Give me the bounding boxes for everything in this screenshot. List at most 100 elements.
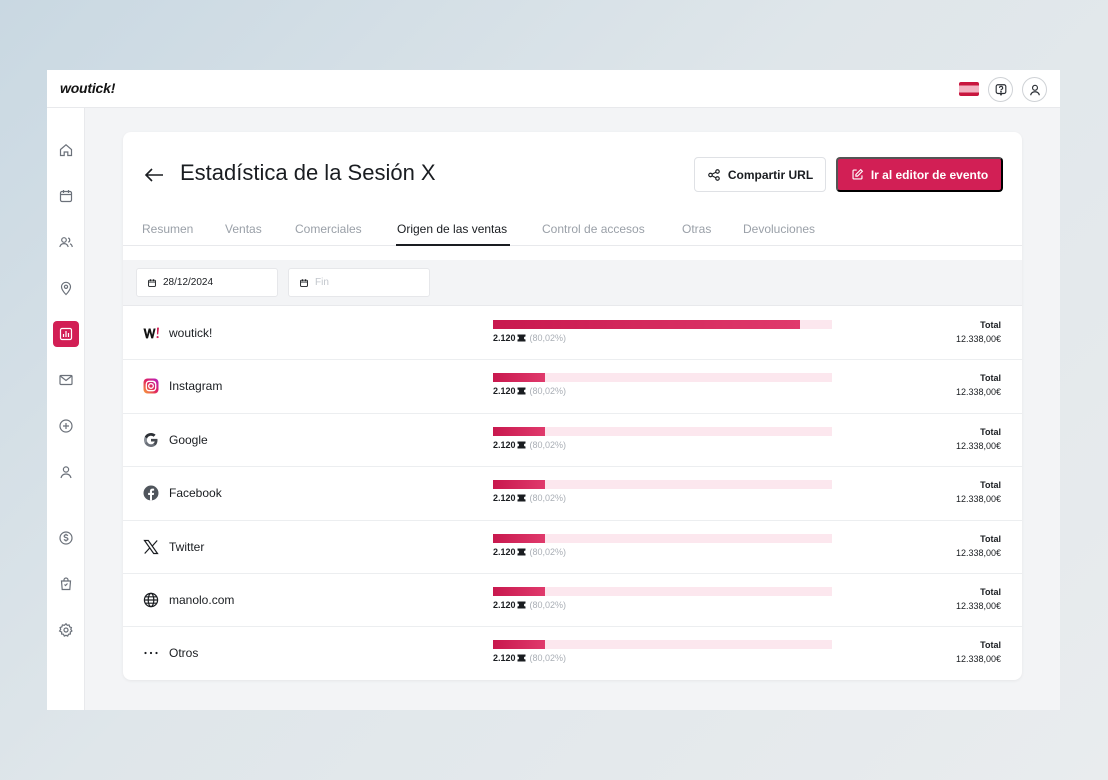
nav-messages[interactable] [53, 367, 79, 393]
back-button[interactable] [143, 165, 165, 185]
tab-devoluciones[interactable]: Devoluciones [743, 222, 815, 236]
person-icon [60, 466, 72, 479]
more-dots-icon [143, 645, 159, 661]
woutick-logo-icon [143, 325, 159, 341]
sales-bar-track [493, 480, 832, 490]
nav-settings[interactable] [53, 617, 79, 643]
app-logo[interactable]: woutick! [60, 80, 115, 96]
tab-control-accesos[interactable]: Control de accesos [542, 222, 645, 236]
total-value: 12.338,00€ [955, 334, 1001, 344]
nav-create[interactable] [53, 413, 79, 439]
arrow-left-icon [144, 168, 163, 182]
sidebar [47, 108, 85, 710]
tab-origen-ventas[interactable]: Origen de las ventas [397, 222, 507, 236]
sales-percent: (80,02%) [529, 439, 567, 450]
source-name: Otros [169, 646, 199, 661]
total-label: Total [980, 640, 1001, 651]
tab-comerciales[interactable]: Comerciales [295, 222, 362, 236]
start-date-field[interactable] [136, 268, 278, 297]
total-label: Total [980, 426, 1001, 437]
total-label: Total [980, 320, 1001, 330]
source-row-website: manolo.com 2.120 (80,02%) Total 12.338,00… [123, 574, 1022, 628]
total-value: 12.338,00€ [955, 440, 1001, 451]
nav-locations[interactable] [53, 275, 79, 301]
sales-percent: (80,02%) [529, 386, 567, 397]
date-filters [123, 260, 1022, 306]
user-menu-button[interactable] [1022, 77, 1047, 102]
sales-bar-track [493, 533, 832, 543]
sales-bar-fill [493, 533, 545, 543]
source-name: manolo.com [169, 592, 235, 607]
tab-bar: Resumen Ventas Comerciales Origen de las… [123, 216, 1022, 246]
total-label: Total [980, 480, 1001, 491]
total-label: Total [980, 373, 1001, 384]
mail-icon [59, 374, 73, 386]
sales-count: 2.120 (80,02%) [493, 493, 566, 503]
end-date-input[interactable] [315, 277, 415, 288]
source-name: Twitter [169, 539, 205, 554]
share-url-button[interactable]: Compartir URL [694, 157, 826, 192]
sales-bar-fill [493, 426, 545, 436]
sales-bar-track [493, 320, 832, 329]
nav-payments[interactable] [53, 525, 79, 551]
ticket-icon [517, 548, 526, 556]
home-icon [59, 144, 73, 157]
app-window: woutick! Estadística de la Sesión X Comp… [47, 70, 1060, 710]
tab-otras[interactable]: Otras [682, 222, 711, 236]
total-label: Total [980, 586, 1001, 597]
sales-count: 2.120 (80,02%) [493, 653, 566, 663]
language-flag-icon[interactable] [959, 82, 979, 96]
nav-statistics[interactable] [53, 321, 79, 347]
tab-ventas[interactable]: Ventas [225, 222, 262, 236]
sales-bar-fill [493, 480, 545, 490]
user-icon [1029, 84, 1040, 95]
help-button[interactable] [988, 77, 1013, 102]
start-date-input[interactable] [163, 277, 263, 288]
ticket-icon [517, 654, 526, 662]
source-row-twitter: Twitter 2.120 (80,02%) Total 12.338,00€ [123, 521, 1022, 574]
nav-users[interactable] [53, 229, 79, 255]
share-url-label: Compartir URL [727, 167, 814, 182]
sales-percent: (80,02%) [529, 599, 567, 610]
instagram-icon [143, 378, 159, 394]
nav-calendar[interactable] [53, 183, 79, 209]
total-value: 12.338,00€ [955, 494, 1001, 505]
sales-bar-track [493, 426, 832, 436]
tab-resumen[interactable]: Resumen [142, 222, 193, 236]
event-editor-label: Ir al editor de evento [870, 167, 989, 182]
ticket-icon [517, 387, 526, 395]
source-row-instagram: Instagram 2.120 (80,02%) Total 12.338,00€ [123, 360, 1022, 414]
x-twitter-icon [143, 539, 159, 555]
total-label: Total [980, 533, 1001, 544]
ticket-count: 2.120 [493, 439, 516, 450]
map-pin-icon [60, 281, 72, 296]
sales-count: 2.120 (80,02%) [493, 440, 566, 450]
active-tab-indicator [396, 244, 510, 246]
ticket-icon [517, 334, 526, 342]
ticket-count: 2.120 [493, 386, 516, 397]
source-name: Instagram [169, 379, 223, 394]
source-row-others: Otros 2.120 (80,02%) Total 12.338,00€ [123, 627, 1022, 680]
edit-icon [852, 168, 863, 180]
share-icon [708, 168, 720, 181]
event-editor-button[interactable]: Ir al editor de evento [836, 157, 1003, 192]
total-value: 12.338,00€ [955, 654, 1001, 665]
source-row-woutick: woutick! 2.120 (80,02%) Total 12.338,00€ [123, 307, 1022, 361]
total-value: 12.338,00€ [955, 547, 1001, 558]
sales-bar-track [493, 640, 832, 650]
ticket-icon [517, 601, 526, 609]
sales-bar-fill [493, 320, 800, 329]
source-name: Facebook [169, 486, 222, 501]
sales-bar-track [493, 586, 832, 596]
end-date-field[interactable] [288, 268, 430, 297]
sales-bar-fill [493, 373, 545, 383]
sales-origin-list: woutick! 2.120 (80,02%) Total 12.338,00€ … [123, 307, 1022, 680]
sales-count: 2.120 (80,02%) [493, 386, 566, 396]
ticket-count: 2.120 [493, 653, 516, 664]
sales-count: 2.120 (80,02%) [493, 547, 566, 557]
nav-home[interactable] [53, 137, 79, 163]
nav-shop[interactable] [53, 571, 79, 597]
nav-profile[interactable] [53, 459, 79, 485]
help-icon [995, 83, 1006, 96]
ticket-icon [517, 441, 526, 449]
